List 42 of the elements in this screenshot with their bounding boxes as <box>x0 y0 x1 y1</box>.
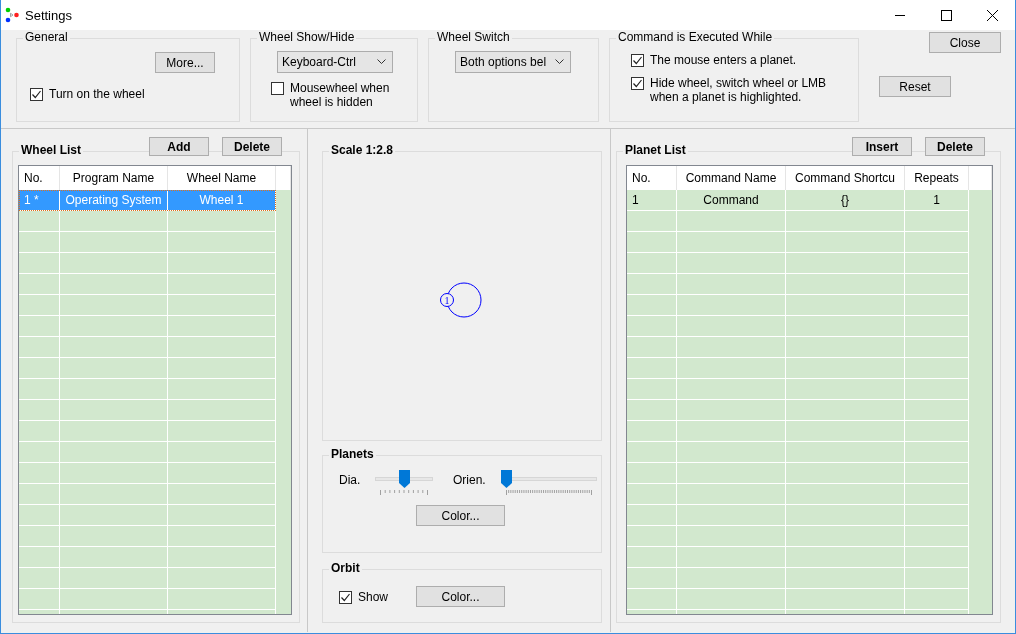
table-cell: 1 * <box>19 190 60 211</box>
table-cell: Command <box>677 190 786 211</box>
caret-icon <box>377 59 386 65</box>
checkbox-label: Hide wheel, switch wheel or LMB when a planet is highlighted. <box>650 76 828 104</box>
close-button[interactable]: Close <box>929 32 1001 53</box>
dropdown[interactable]: Both options bel <box>455 51 571 73</box>
list-button[interactable]: Delete <box>925 137 985 156</box>
reset-button[interactable]: Reset <box>879 76 951 97</box>
table-cell: 1 <box>905 190 969 211</box>
checkbox[interactable] <box>631 77 644 90</box>
slider-thumb[interactable] <box>501 470 512 488</box>
app-logo-icon <box>5 7 19 23</box>
table-cell: {} <box>786 190 905 211</box>
color-button[interactable]: Color... <box>416 586 505 607</box>
checkbox[interactable] <box>271 82 284 95</box>
checkbox[interactable] <box>631 54 644 67</box>
slider-label: Orien. <box>453 473 487 487</box>
checkbox-label: Mousewheel when wheel is hidden <box>290 81 391 109</box>
caret-icon <box>555 59 564 65</box>
list-button[interactable]: Delete <box>222 137 282 156</box>
slider-track[interactable] <box>501 470 597 488</box>
orbit-circle <box>446 282 482 318</box>
checkbox-label: The mouse enters a planet. <box>650 53 798 67</box>
color-button[interactable]: Color... <box>416 505 505 526</box>
list-button[interactable]: Add <box>149 137 209 156</box>
list-button[interactable]: Insert <box>852 137 912 156</box>
more-button[interactable]: More... <box>155 52 215 73</box>
checkbox[interactable] <box>339 591 352 604</box>
table-row[interactable]: 1 Command {} 1 <box>627 190 969 211</box>
window-title: Settings <box>25 7 73 23</box>
table-cell: Operating System <box>60 190 168 211</box>
checkbox[interactable] <box>30 88 43 101</box>
checkbox-label: Show <box>358 590 389 604</box>
slider-track[interactable] <box>375 470 433 488</box>
slider-label: Dia. <box>339 473 362 487</box>
planet-number: 1 <box>444 294 450 306</box>
slider-thumb[interactable] <box>398 470 410 488</box>
dropdown[interactable]: Keyboard-Ctrl <box>277 51 393 73</box>
table-cell: 1 <box>627 190 677 211</box>
planet-circle[interactable] <box>440 293 454 307</box>
table-cell: Wheel 1 <box>168 190 276 211</box>
checkbox-label: Turn on the wheel <box>49 87 145 101</box>
